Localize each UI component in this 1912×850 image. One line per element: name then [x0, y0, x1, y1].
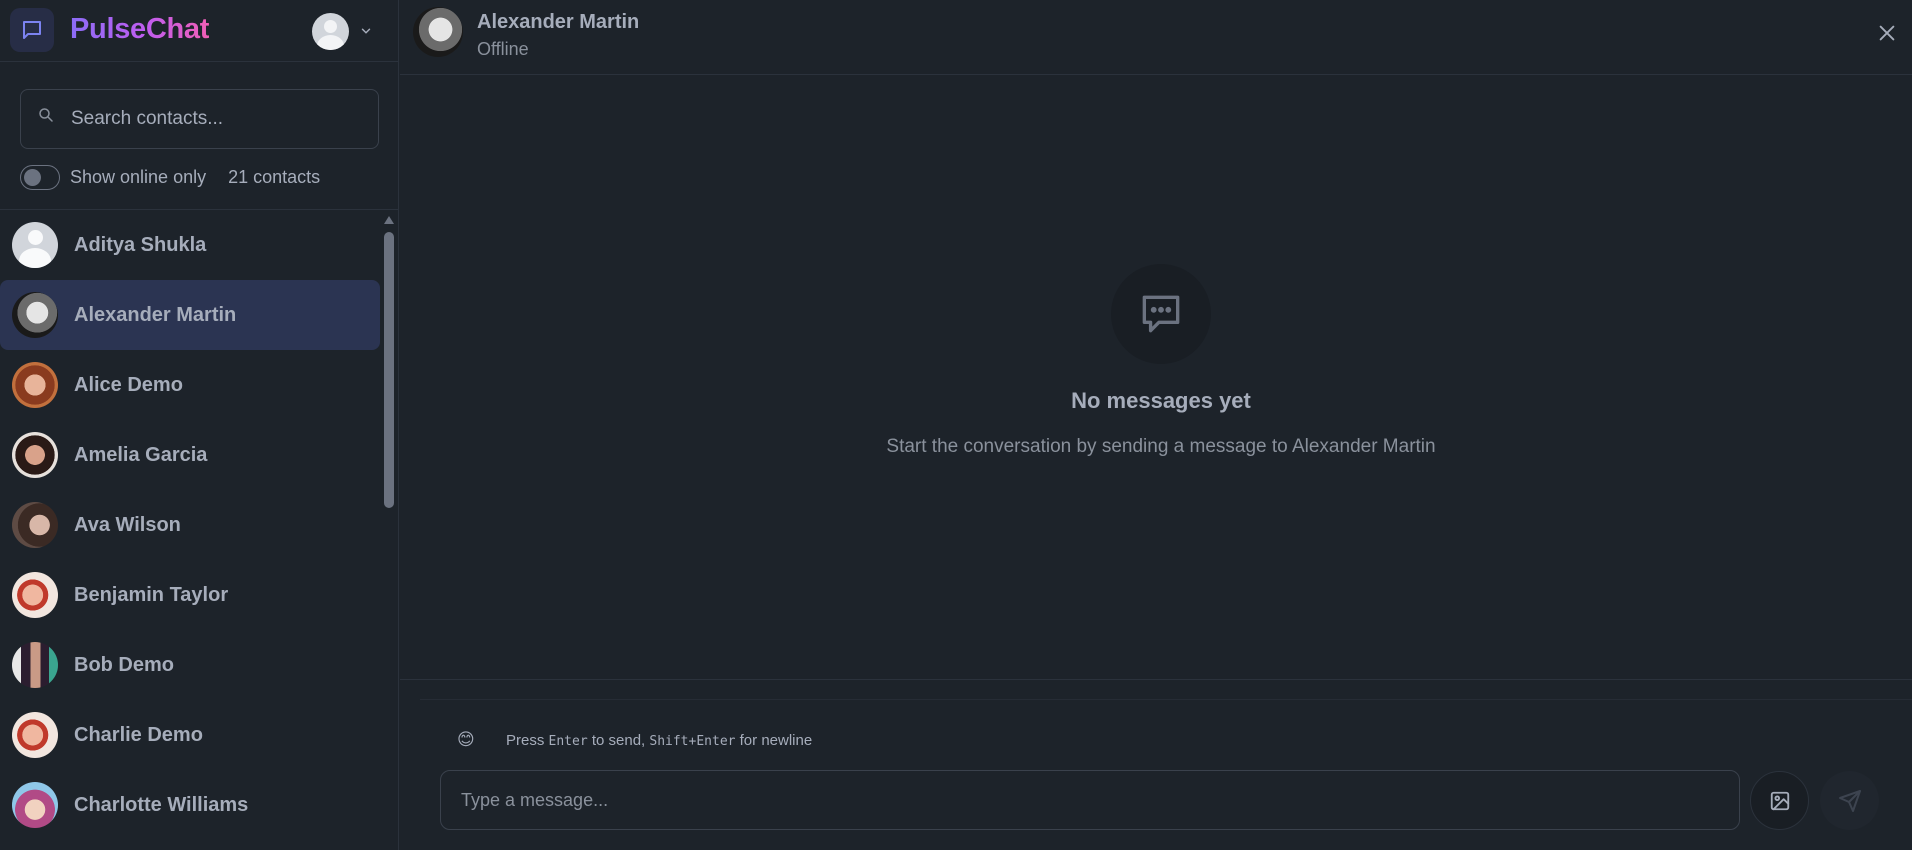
- app-name: PulseChat: [70, 13, 210, 45]
- close-icon[interactable]: [1876, 22, 1898, 44]
- filter-row: Show online only 21 contacts: [20, 164, 320, 190]
- message-input[interactable]: [461, 771, 1721, 829]
- contact-list: Aditya Shukla Alexander Martin Alice Dem…: [0, 210, 380, 850]
- chat-contact-status: Offline: [477, 39, 529, 59]
- avatar: [12, 572, 58, 618]
- contact-name: Alice Demo: [74, 373, 183, 396]
- avatar: [12, 432, 58, 478]
- contact-name: Aditya Shukla: [74, 233, 207, 256]
- brand-bar: PulseChat: [0, 0, 398, 62]
- scrollbar-thumb[interactable]: [384, 232, 394, 508]
- avatar: [12, 222, 58, 268]
- contact-name: Alexander Martin: [74, 303, 237, 326]
- contact-item[interactable]: Charlie Demo: [0, 700, 380, 770]
- empty-state-subtitle: Start the conversation by sending a mess…: [886, 436, 1436, 457]
- contact-item[interactable]: Amelia Garcia: [0, 420, 380, 490]
- contact-name: Benjamin Taylor: [74, 583, 229, 606]
- emoji-picker-button[interactable]: 😊: [457, 730, 475, 750]
- contact-item[interactable]: Charlotte Williams: [0, 770, 380, 840]
- message-input-box: [440, 770, 1740, 830]
- empty-state-title: No messages yet: [1071, 388, 1251, 413]
- contact-count: 21 contacts: [228, 166, 321, 187]
- contact-item[interactable]: Alice Demo: [0, 350, 380, 420]
- avatar: [12, 362, 58, 408]
- contact-item[interactable]: Benjamin Taylor: [0, 560, 380, 630]
- send-icon: [1838, 789, 1861, 812]
- keyboard-hint: Press Enter to send, Shift+Enter for new…: [506, 732, 813, 749]
- contact-name: Amelia Garcia: [74, 443, 208, 466]
- contact-name: Bob Demo: [74, 653, 174, 676]
- user-avatar: [312, 12, 349, 50]
- contact-name: Charlie Demo: [74, 723, 203, 746]
- contact-avatar: [413, 7, 463, 57]
- chat-header: Alexander Martin Offline: [400, 0, 1912, 75]
- divider: [420, 699, 1912, 700]
- avatar: [12, 642, 58, 688]
- send-button[interactable]: [1820, 771, 1879, 830]
- contact-item[interactable]: Bob Demo: [0, 630, 380, 700]
- enter-key-hint: Enter: [548, 734, 588, 749]
- avatar: [12, 782, 58, 828]
- avatar: [12, 502, 58, 548]
- shift-enter-key-hint: Shift+Enter: [649, 734, 736, 749]
- online-only-toggle[interactable]: [20, 164, 60, 190]
- search-input[interactable]: [71, 90, 371, 148]
- search-icon: [39, 108, 53, 122]
- online-only-label: Show online only: [70, 166, 207, 187]
- sidebar: PulseChat Show online only 21 contacts A…: [0, 0, 399, 850]
- user-menu-button[interactable]: [312, 12, 382, 50]
- contact-name: Ava Wilson: [74, 513, 181, 536]
- avatar: [12, 292, 58, 338]
- scroll-up-icon[interactable]: [384, 216, 394, 224]
- message-dots-icon: [1111, 264, 1211, 364]
- contact-name: Charlotte Williams: [74, 793, 249, 816]
- image-icon: [1770, 791, 1789, 810]
- chat-bubble-logo-icon: [10, 8, 54, 52]
- chat-contact-name: Alexander Martin: [477, 11, 640, 33]
- divider: [400, 679, 1912, 680]
- chevron-down-icon: [361, 28, 371, 34]
- chat-panel: Alexander Martin Offline No messages yet…: [400, 0, 1912, 850]
- contact-item[interactable]: Aditya Shukla: [0, 210, 380, 280]
- search-box: [20, 89, 379, 149]
- attach-image-button[interactable]: [1750, 771, 1809, 830]
- contact-list-scrollbar[interactable]: [383, 215, 395, 850]
- avatar: [12, 712, 58, 758]
- contact-item[interactable]: Alexander Martin: [0, 280, 380, 350]
- contact-item[interactable]: Ava Wilson: [0, 490, 380, 560]
